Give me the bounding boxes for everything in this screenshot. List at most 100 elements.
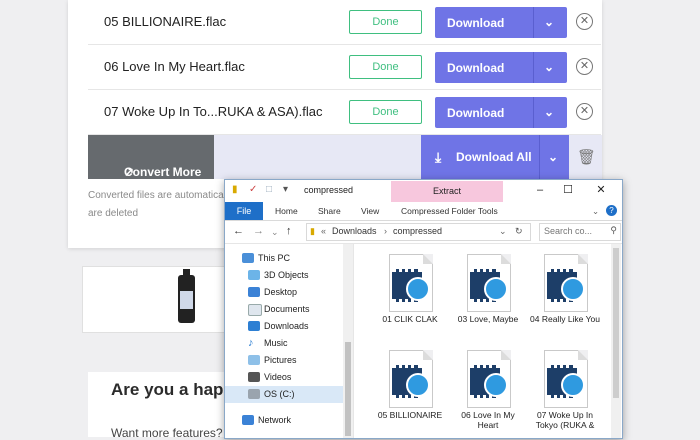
audio-file-icon bbox=[544, 350, 588, 408]
audio-file-icon bbox=[389, 350, 433, 408]
done-status-button[interactable]: Done bbox=[349, 100, 422, 124]
tab-file[interactable]: File bbox=[225, 202, 263, 220]
tree-item-documents[interactable]: Documents bbox=[225, 301, 343, 318]
back-arrow-icon[interactable]: ← bbox=[233, 225, 244, 237]
tab-extract[interactable]: Extract bbox=[391, 181, 503, 202]
search-placeholder: Search co... bbox=[544, 226, 593, 236]
music-icon: ♪ bbox=[248, 337, 254, 349]
file-item[interactable]: 04 Really Like You bbox=[530, 254, 600, 344]
remove-file-icon[interactable]: ✕ bbox=[576, 103, 593, 120]
close-icon[interactable]: ✕ bbox=[591, 182, 611, 198]
documents-icon bbox=[248, 304, 262, 316]
tree-item-pictures[interactable]: Pictures bbox=[225, 352, 343, 369]
ad-banner[interactable] bbox=[82, 266, 229, 333]
download-button[interactable]: Download ⌄ bbox=[435, 97, 567, 128]
3d-objects-icon bbox=[248, 270, 260, 280]
breadcrumb-compressed[interactable]: compressed bbox=[393, 226, 442, 236]
recent-locations-icon[interactable]: ⌄ bbox=[271, 227, 279, 238]
file-row: 07 Woke Up In To...RUKA & ASA).flac Done… bbox=[88, 90, 601, 135]
download-icon: ⤓ bbox=[435, 149, 442, 165]
divider bbox=[533, 52, 534, 83]
forward-arrow-icon[interactable]: → bbox=[253, 225, 264, 237]
navigation-scrollbar[interactable] bbox=[343, 244, 353, 438]
scrollbar-thumb[interactable] bbox=[613, 248, 619, 398]
file-item-label: 01 CLIK CLAK bbox=[382, 314, 438, 324]
help-icon[interactable]: ? bbox=[606, 205, 617, 216]
tree-item-downloads[interactable]: Downloads bbox=[225, 318, 343, 335]
chevron-down-icon[interactable]: ⌄ bbox=[548, 150, 558, 164]
divider bbox=[539, 135, 540, 179]
file-row: 06 Love In My Heart.flac Done Download ⌄… bbox=[88, 45, 601, 90]
tab-share[interactable]: Share bbox=[318, 206, 341, 216]
tree-item-label: Downloads bbox=[264, 321, 309, 331]
download-button[interactable]: Download ⌄ bbox=[435, 7, 567, 38]
download-all-label: Download All bbox=[456, 150, 532, 164]
minimize-icon[interactable]: – bbox=[530, 182, 550, 198]
expand-ribbon-icon[interactable]: ⌄ bbox=[592, 206, 599, 217]
breadcrumb-overflow[interactable]: « bbox=[321, 226, 326, 236]
tree-item-label: 3D Objects bbox=[264, 270, 309, 280]
search-input[interactable]: Search co... ⚲ bbox=[539, 223, 621, 241]
file-item[interactable]: 06 Love In My Heart bbox=[453, 350, 523, 438]
audio-file-icon bbox=[544, 254, 588, 312]
download-button[interactable]: Download ⌄ bbox=[435, 52, 567, 83]
convert-more-label: Convert More bbox=[124, 165, 202, 179]
tab-view[interactable]: View bbox=[361, 206, 379, 216]
tree-item-3d-objects[interactable]: 3D Objects bbox=[225, 267, 343, 284]
tab-home[interactable]: Home bbox=[275, 206, 298, 216]
trash-icon[interactable]: 🗑 bbox=[577, 148, 596, 166]
address-bar[interactable]: ▮ « Downloads › compressed ⌄ ↻ bbox=[306, 223, 531, 241]
tree-item-label: Desktop bbox=[264, 287, 298, 297]
tree-item-this-pc[interactable]: This PC bbox=[225, 250, 343, 267]
tree-item-network[interactable]: Network bbox=[225, 412, 343, 429]
file-item[interactable]: 03 Love, Maybe bbox=[453, 254, 523, 344]
customize-toolbar-icon[interactable]: ▾ bbox=[283, 184, 293, 196]
folder-icon: ▮ bbox=[310, 226, 315, 236]
tree-item-label: Music bbox=[264, 338, 288, 348]
file-item[interactable]: 01 CLIK CLAK bbox=[375, 254, 445, 344]
new-folder-icon[interactable]: □ bbox=[266, 184, 276, 196]
content-scrollbar[interactable] bbox=[611, 244, 621, 438]
window-title: compressed bbox=[304, 185, 354, 195]
up-arrow-icon[interactable]: ↑ bbox=[286, 225, 292, 237]
chevron-down-icon[interactable]: ⌄ bbox=[544, 15, 554, 29]
drive-icon bbox=[248, 389, 260, 399]
chevron-down-icon[interactable]: ⌄ bbox=[544, 105, 554, 119]
divider bbox=[533, 7, 534, 38]
search-icon: ⚲ bbox=[610, 225, 617, 235]
maximize-icon[interactable]: ☐ bbox=[558, 182, 578, 198]
tree-item-os-c[interactable]: OS (C:) bbox=[225, 386, 343, 403]
tab-compressed-folder-tools[interactable]: Compressed Folder Tools bbox=[401, 206, 498, 216]
tree-item-music[interactable]: ♪ Music bbox=[225, 335, 343, 352]
file-item[interactable]: 07 Woke Up In Tokyo (RUKA & bbox=[530, 350, 600, 438]
address-dropdown-icon[interactable]: ⌄ bbox=[499, 226, 507, 237]
done-status-button[interactable]: Done bbox=[349, 55, 422, 79]
breadcrumb-separator: › bbox=[384, 226, 387, 236]
remove-file-icon[interactable]: ✕ bbox=[576, 58, 593, 75]
properties-icon[interactable]: ✓ bbox=[249, 184, 259, 196]
file-item-label: 03 Love, Maybe bbox=[457, 314, 519, 324]
tree-item-videos[interactable]: Videos bbox=[225, 369, 343, 386]
pictures-icon bbox=[248, 355, 260, 365]
download-label: Download bbox=[447, 106, 505, 120]
tree-item-desktop[interactable]: Desktop bbox=[225, 284, 343, 301]
file-item[interactable]: 05 BILLIONAIRE bbox=[375, 350, 445, 438]
action-bar: Convert More ↗ ⤓ Download All ⌄ 🗑 bbox=[88, 135, 602, 179]
refresh-icon[interactable]: ↻ bbox=[515, 226, 523, 237]
done-status-button[interactable]: Done bbox=[349, 10, 422, 34]
chevron-down-icon[interactable]: ⌄ bbox=[544, 60, 554, 74]
download-all-button[interactable]: ⤓ Download All ⌄ bbox=[421, 135, 569, 179]
audio-file-icon bbox=[467, 350, 511, 408]
feedback-subtext: Want more features? bbox=[111, 426, 223, 440]
explorer-window: ▮ ✓ □ ▾ compressed Extract – ☐ ✕ File Ho… bbox=[224, 179, 623, 439]
title-bar: ▮ ✓ □ ▾ compressed Extract – ☐ ✕ bbox=[225, 180, 622, 202]
desktop-icon bbox=[248, 287, 260, 297]
network-icon bbox=[242, 415, 254, 425]
remove-file-icon[interactable]: ✕ bbox=[576, 13, 593, 30]
file-item-label: 06 Love In My Heart bbox=[461, 410, 515, 430]
note-line: Converted files are automatica bbox=[88, 190, 224, 201]
computer-icon bbox=[242, 253, 254, 263]
breadcrumb-downloads[interactable]: Downloads bbox=[332, 226, 377, 236]
scrollbar-thumb[interactable] bbox=[345, 342, 351, 436]
convert-more-button[interactable]: Convert More ↗ bbox=[88, 135, 214, 179]
